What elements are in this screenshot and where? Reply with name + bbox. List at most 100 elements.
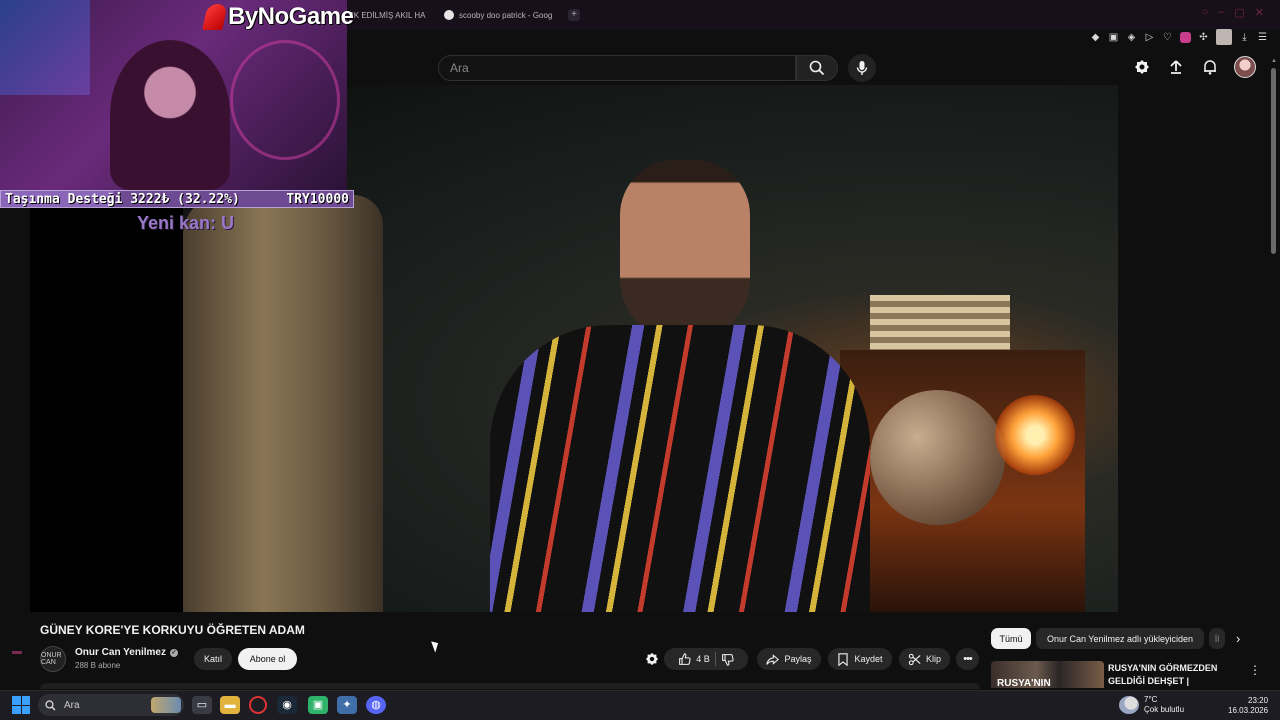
weather-desc: Çok bulutlu — [1144, 705, 1185, 714]
sparkle-icon — [645, 652, 659, 666]
chip-related[interactable]: İl — [1209, 628, 1225, 649]
chip-from-uploader[interactable]: Onur Can Yenilmez adlı yükleyiciden — [1036, 628, 1204, 649]
join-button[interactable]: Katıl — [194, 648, 232, 670]
upload-button[interactable] — [1166, 57, 1186, 77]
video-frame-books — [870, 295, 1010, 355]
voice-search-button[interactable] — [848, 54, 876, 82]
chip-all[interactable]: Tümü — [991, 628, 1031, 649]
taskbar: Ara ▭ ▬ ◉ ▣ ✦ ◍ 7°C Çok bulutlu 23:20 16… — [0, 690, 1280, 720]
chip-label: İl — [1214, 633, 1220, 644]
taskbar-search-placeholder: Ara — [64, 699, 80, 711]
thumbnail-text: RUSYA'NIN — [997, 678, 1051, 688]
bynogame-logo-mark-icon — [202, 4, 228, 30]
tab-title: scooby doo patrick - Goog — [459, 10, 553, 20]
join-label: Katıl — [203, 654, 222, 664]
menu-icon[interactable]: ☰ — [1257, 32, 1268, 43]
description-box[interactable] — [40, 683, 980, 689]
discord-icon[interactable]: ◍ — [366, 696, 386, 714]
like-divider — [714, 652, 716, 666]
extension-pink-icon[interactable] — [1180, 31, 1191, 43]
share-label: Paylaş — [784, 654, 812, 664]
xbox-app-icon[interactable]: ▣ — [308, 696, 328, 714]
browser-tab-2[interactable]: scooby doo patrick - Goog — [444, 7, 560, 23]
cloud-icon — [1119, 696, 1139, 714]
subscribe-label: Abone ol — [249, 654, 286, 664]
video-frame-presenter — [465, 160, 870, 612]
minimize-icon[interactable]: – — [1218, 6, 1224, 19]
weather-widget[interactable]: 7°C Çok bulutlu — [1119, 695, 1184, 715]
search-input[interactable]: Ara — [438, 55, 796, 81]
clock-time: 23:20 — [1248, 696, 1269, 705]
dislike-icon[interactable] — [721, 653, 734, 666]
heart-icon[interactable]: ♡ — [1162, 32, 1173, 43]
donation-goal-bar: Taşınma Desteği 3222₺ (32.22%) TRY10000 — [0, 190, 354, 208]
taskbar-search[interactable]: Ara — [38, 694, 184, 716]
close-icon[interactable]: ✕ — [1255, 6, 1264, 19]
scroll-up-arrow-icon[interactable]: ▲ — [1271, 58, 1277, 64]
more-actions-button[interactable]: ••• — [956, 648, 979, 670]
verified-badge-icon: ✓ — [169, 648, 178, 657]
download-icon[interactable]: ⤓ — [1239, 32, 1250, 43]
pin-icon[interactable]: ◆ — [1090, 32, 1101, 43]
vpn-icon[interactable]: ◈ — [1126, 32, 1137, 43]
save-button[interactable]: Kaydet — [828, 648, 892, 670]
extension-toolbar: ◆ ▣ ◈ ▷ ♡ ✣ ⤓ ☰ — [1090, 29, 1268, 45]
video-frame-coat — [183, 195, 383, 612]
side-indicator — [12, 651, 22, 654]
share-icon — [766, 653, 780, 665]
profile-avatar-icon[interactable] — [1216, 29, 1232, 45]
mouse-cursor — [431, 639, 441, 653]
tab-title: RK EDİLMİŞ AKIL HA — [348, 10, 426, 20]
bynogame-logo: ByNoGame — [202, 2, 354, 32]
like-count[interactable]: 4 B — [696, 654, 710, 664]
file-explorer-icon[interactable]: ▬ — [220, 696, 240, 714]
maximize-icon[interactable]: ▢ — [1234, 6, 1244, 19]
task-view-icon[interactable]: ▭ — [192, 696, 212, 714]
account-avatar[interactable] — [1234, 56, 1256, 78]
scissors-icon — [908, 653, 921, 665]
search-icon — [45, 699, 56, 710]
search-highlight-image — [151, 697, 181, 713]
clip-button[interactable]: Klip — [899, 648, 950, 670]
new-follower-text: Yeni kan: U — [137, 213, 235, 233]
search-icon — [809, 60, 825, 76]
ai-summary-button[interactable] — [643, 650, 661, 668]
clip-label: Klip — [925, 654, 941, 664]
channel-avatar[interactable]: ONUR CAN — [40, 646, 66, 672]
search-button[interactable] — [796, 55, 838, 81]
logo-text: ByNoGame — [228, 3, 354, 30]
steam-icon[interactable]: ◉ — [277, 696, 297, 714]
subscriber-count: 288 B abone — [75, 661, 121, 670]
opera-browser-icon[interactable] — [249, 696, 267, 714]
clock-date: 16.03.2026 — [1228, 706, 1269, 715]
google-favicon-icon — [444, 10, 454, 20]
subscribe-button[interactable]: Abone ol — [238, 648, 297, 670]
like-icon[interactable] — [678, 652, 691, 666]
more-vertical-icon[interactable]: ⋮ — [1249, 663, 1261, 677]
notifications-button[interactable] — [1200, 57, 1220, 77]
weather-temp: 7°C — [1144, 695, 1158, 704]
network-app-icon[interactable]: ✦ — [337, 696, 357, 714]
windows-start-icon[interactable] — [12, 696, 30, 714]
search-placeholder: Ara — [450, 61, 469, 75]
save-label: Kaydet — [854, 654, 883, 664]
like-dislike-group: 4 B — [664, 648, 748, 670]
mic-icon — [856, 61, 868, 75]
search-tabs-icon[interactable]: ○ — [1202, 6, 1209, 19]
bookmark-icon — [838, 652, 849, 666]
system-clock[interactable]: 23:20 16.03.2026 — [1228, 696, 1268, 716]
donation-goal-label: Taşınma Desteği 3222₺ (32.22%) — [5, 191, 240, 207]
share-button[interactable]: Paylaş — [757, 648, 821, 670]
screenshot-icon[interactable]: ▣ — [1108, 32, 1119, 43]
scrollbar-thumb[interactable] — [1271, 68, 1276, 254]
chevron-right-icon[interactable]: › — [1236, 632, 1250, 646]
new-tab-button[interactable]: + — [568, 9, 580, 21]
puzzle-icon[interactable]: ✣ — [1198, 32, 1209, 43]
browser-tab-1[interactable]: RK EDİLMİŞ AKIL HA — [348, 7, 432, 23]
play-icon[interactable]: ▷ — [1144, 32, 1155, 43]
video-title: GÜNEY KORE'YE KORKUYU ÖĞRETEN ADAM — [40, 623, 305, 637]
create-button[interactable] — [1132, 57, 1152, 77]
recommendation-thumbnail[interactable]: RUSYA'NIN — [991, 661, 1104, 688]
channel-name[interactable]: Onur Can Yenilmez ✓ — [75, 647, 178, 658]
more-horizontal-icon: ••• — [963, 653, 973, 665]
